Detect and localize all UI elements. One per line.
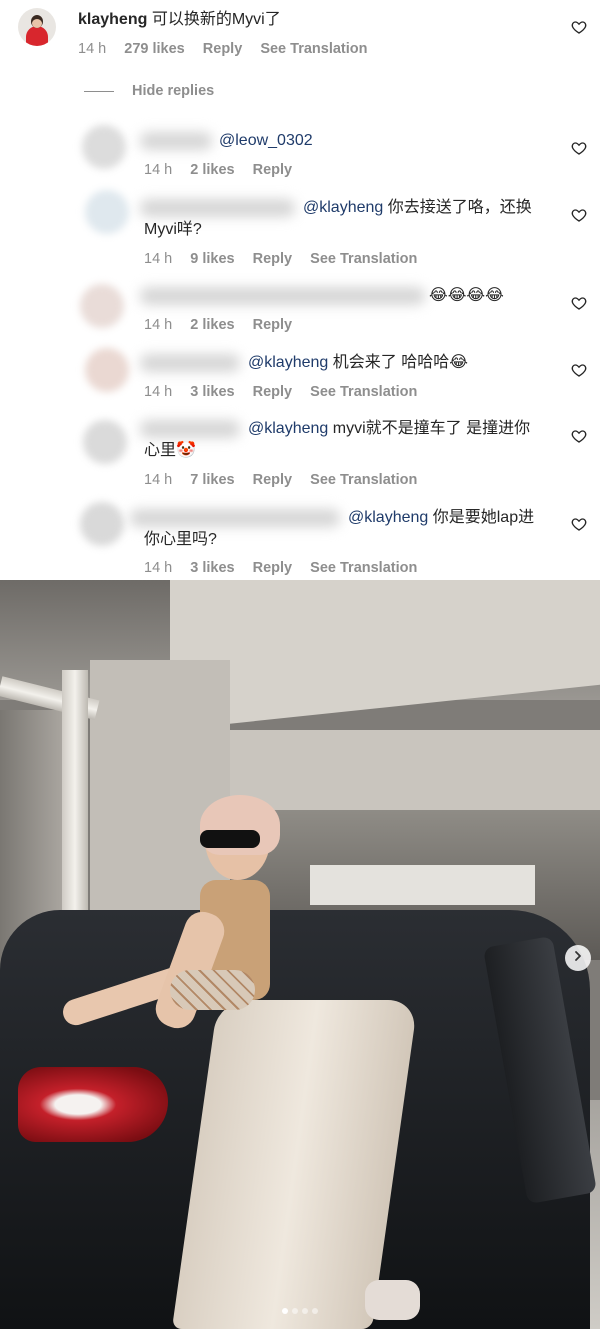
carousel-dot (312, 1308, 318, 1314)
car-taillight (18, 1067, 168, 1142)
heart-outline-icon[interactable] (571, 140, 587, 156)
reply-button[interactable]: Reply (253, 384, 293, 400)
mention-link[interactable]: @klayheng (248, 354, 328, 371)
see-translation-button[interactable]: See Translation (310, 560, 417, 576)
heart-outline-icon[interactable] (571, 362, 587, 378)
comment-time: 14 h (144, 384, 173, 400)
redacted-username (140, 287, 425, 305)
ceiling-beam (170, 580, 600, 730)
see-translation-button[interactable]: See Translation (310, 384, 417, 400)
see-translation-button[interactable]: See Translation (260, 41, 367, 57)
heart-outline-icon[interactable] (571, 19, 587, 35)
comment-body: 😂😂😂😂 (429, 287, 504, 304)
comment-username[interactable]: klayheng (78, 11, 147, 28)
reply-text-continued: 你心里吗? (144, 531, 217, 548)
reply-text: @klayheng myvi就不是撞车了 是撞进你 (248, 418, 530, 440)
avatar[interactable] (82, 125, 126, 169)
comment-time: 14 h (144, 472, 173, 488)
reply-button[interactable]: Reply (253, 472, 293, 488)
comment-likes[interactable]: 3 likes (190, 384, 234, 400)
redacted-username (140, 354, 240, 372)
main-comment-text: klayheng 可以换新的Myvi了 (78, 9, 281, 31)
comment-time: 14 h (78, 41, 107, 57)
comment-time: 14 h (144, 251, 173, 267)
comment-time: 14 h (144, 560, 173, 576)
heart-outline-icon[interactable] (571, 295, 587, 311)
reply-meta: 14 h 2 likes Reply (144, 317, 306, 333)
reply-meta: 14 h 2 likes Reply (144, 162, 306, 178)
comment-body: 你是要她lap进 (428, 509, 535, 526)
post-photo[interactable] (0, 580, 600, 1329)
mention-link[interactable]: @klayheng (303, 199, 383, 216)
see-translation-button[interactable]: See Translation (310, 472, 417, 488)
carousel-dot (302, 1308, 308, 1314)
hide-replies-button[interactable]: Hide replies (132, 83, 214, 99)
comment-time: 14 h (144, 162, 173, 178)
reply-text-continued: 心里🤡 (144, 442, 196, 459)
redacted-username (130, 509, 340, 527)
comment-thread: klayheng 可以换新的Myvi了 14 h 279 likes Reply… (0, 0, 600, 580)
reply-text: 😂😂😂😂 (429, 285, 504, 307)
person-shoe (365, 1280, 420, 1320)
sunglasses (200, 830, 260, 848)
avatar[interactable] (80, 502, 124, 546)
reply-meta: 14 h 3 likes Reply See Translation (144, 560, 431, 576)
comment-body: 可以换新的Myvi了 (151, 11, 281, 28)
mention-link[interactable]: @klayheng (248, 420, 328, 437)
mention-link[interactable]: @klayheng (348, 509, 428, 526)
comment-body: 你去接送了咯，还换 (383, 199, 532, 216)
avatar[interactable] (18, 8, 56, 46)
avatar[interactable] (85, 190, 129, 234)
comment-likes[interactable]: 2 likes (190, 317, 234, 333)
carousel-next-button[interactable] (565, 945, 591, 971)
comment-likes[interactable]: 3 likes (190, 560, 234, 576)
redacted-username (140, 132, 212, 150)
avatar[interactable] (83, 420, 127, 464)
comment-body: myvi就不是撞车了 是撞进你 (328, 420, 531, 437)
carousel-dot (282, 1308, 288, 1314)
comment-time: 14 h (144, 317, 173, 333)
reply-text-continued: Myvi咩? (144, 221, 202, 238)
chevron-right-icon (572, 949, 584, 967)
carousel-dot (292, 1308, 298, 1314)
comment-likes[interactable]: 279 likes (124, 41, 184, 57)
reply-button[interactable]: Reply (253, 560, 293, 576)
heart-outline-icon[interactable] (571, 207, 587, 223)
heart-outline-icon[interactable] (571, 516, 587, 532)
reply-meta: 14 h 3 likes Reply See Translation (144, 384, 431, 400)
ceiling-beam (230, 730, 600, 810)
comment-likes[interactable]: 7 likes (190, 472, 234, 488)
reply-meta: 14 h 7 likes Reply See Translation (144, 472, 431, 488)
comment-body: 机会来了 哈哈哈😂 (328, 354, 468, 371)
see-translation-button[interactable]: See Translation (310, 251, 417, 267)
heart-outline-icon[interactable] (571, 428, 587, 444)
redacted-username (140, 199, 295, 217)
avatar[interactable] (85, 348, 129, 392)
reply-text: @leow_0302 (219, 130, 313, 152)
reply-button[interactable]: Reply (253, 251, 293, 267)
comment-likes[interactable]: 9 likes (190, 251, 234, 267)
reply-button[interactable]: Reply (253, 162, 293, 178)
comment-likes[interactable]: 2 likes (190, 162, 234, 178)
carousel-indicator (282, 1308, 318, 1314)
reply-text: @klayheng 你去接送了咯，还换 (303, 197, 532, 219)
avatar[interactable] (80, 284, 124, 328)
mention-link[interactable]: @leow_0302 (219, 132, 313, 149)
parking-opening (310, 865, 535, 905)
reply-meta: 14 h 9 likes Reply See Translation (144, 251, 431, 267)
reply-text: @klayheng 机会来了 哈哈哈😂 (248, 352, 468, 374)
main-comment-meta: 14 h 279 likes Reply See Translation (78, 41, 382, 57)
reply-text: @klayheng 你是要她lap进 (348, 507, 534, 529)
hide-replies-divider (84, 91, 114, 92)
reply-button[interactable]: Reply (203, 41, 243, 57)
person-bag (170, 970, 255, 1010)
reply-button[interactable]: Reply (253, 317, 293, 333)
redacted-username (140, 420, 240, 438)
